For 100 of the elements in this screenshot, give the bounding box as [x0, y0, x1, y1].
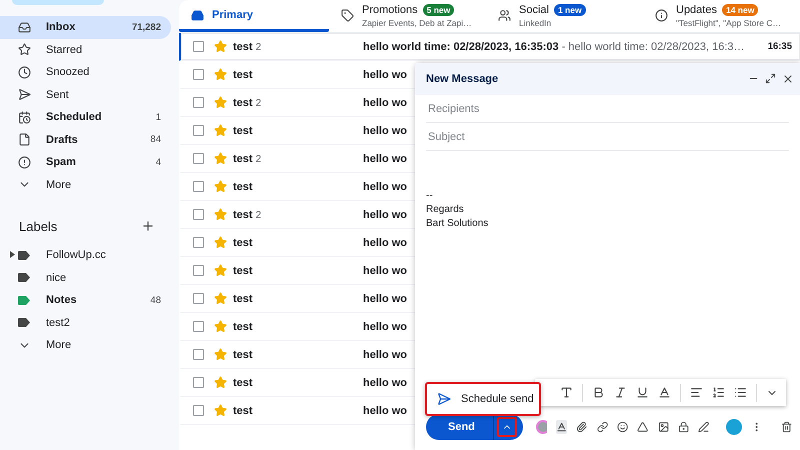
- checkbox[interactable]: [193, 97, 204, 108]
- pen-icon[interactable]: [698, 420, 710, 434]
- email-subject: hello world time: 02/28/2023, 16:35:03 - hello world time: 02/28/2023, 16:3…: [363, 40, 746, 52]
- star-icon[interactable]: [214, 320, 227, 333]
- sidebar-item[interactable]: Sent: [0, 84, 171, 106]
- align-icon[interactable]: [690, 386, 703, 399]
- calendar-clock-icon: [18, 110, 31, 124]
- star-icon[interactable]: [214, 404, 227, 417]
- schedule-send-icon: [437, 392, 451, 406]
- star-icon[interactable]: [214, 376, 227, 389]
- checkbox[interactable]: [193, 69, 204, 80]
- label-item[interactable]: Notes 48: [0, 289, 171, 312]
- text-size-icon[interactable]: [560, 386, 573, 399]
- numbered-list-icon[interactable]: [712, 386, 725, 399]
- checkbox[interactable]: [193, 293, 204, 304]
- star-icon[interactable]: [214, 180, 227, 193]
- tab-snippet: Zapier Events, Deb at Zapi…: [362, 18, 472, 28]
- sidebar-item[interactable]: Spam 4: [0, 151, 171, 174]
- add-icon[interactable]: [141, 219, 155, 233]
- sender-name: test 2: [233, 208, 262, 220]
- send-icon: [18, 88, 31, 102]
- bulleted-list-icon[interactable]: [734, 386, 747, 399]
- star-icon[interactable]: [214, 264, 227, 277]
- trash-icon[interactable]: [780, 420, 792, 434]
- checkbox[interactable]: [193, 209, 204, 220]
- sidebar-item[interactable]: More: [0, 174, 171, 196]
- blob-icon[interactable]: [726, 419, 742, 435]
- inbox-icon: [18, 20, 31, 34]
- attach-icon[interactable]: [576, 420, 588, 434]
- sidebar-item[interactable]: Snoozed: [0, 61, 171, 84]
- checkbox[interactable]: [193, 237, 204, 248]
- sidebar-item[interactable]: Inbox 71,282: [0, 16, 171, 38]
- category-tab[interactable]: Updates 14 new "TestFlight", "App Store C…: [643, 0, 800, 32]
- checkbox[interactable]: [193, 349, 204, 360]
- email-subject: hello wo: [363, 236, 407, 248]
- schedule-send-option[interactable]: Schedule send: [425, 382, 541, 416]
- sender-name: test: [233, 376, 254, 388]
- signature-line: Bart Solutions: [426, 217, 490, 231]
- sender-name: test: [233, 180, 254, 192]
- sender-name: test 2: [233, 40, 262, 52]
- tag-icon: [341, 9, 354, 22]
- emoji-icon[interactable]: [616, 420, 628, 434]
- italic-icon[interactable]: [614, 386, 627, 399]
- bold-icon[interactable]: [592, 386, 605, 399]
- tab-snippet: "TestFlight", "App Store C…: [676, 18, 781, 28]
- star-icon[interactable]: [214, 124, 227, 137]
- label-item[interactable]: nice: [0, 266, 171, 289]
- checkbox[interactable]: [193, 41, 204, 52]
- sidebar-item[interactable]: More: [0, 334, 171, 356]
- link-icon[interactable]: [596, 420, 608, 434]
- sidebar-item[interactable]: Scheduled 1: [0, 106, 171, 128]
- new-badge: 14 new: [722, 4, 758, 16]
- checkbox[interactable]: [193, 405, 204, 416]
- labels-heading: Labels: [19, 218, 58, 234]
- checkbox[interactable]: [193, 181, 204, 192]
- palette-icon[interactable]: [536, 420, 548, 434]
- item-count: 1: [156, 112, 161, 123]
- star-icon[interactable]: [214, 68, 227, 81]
- formatting-icon[interactable]: [556, 420, 568, 434]
- label-item[interactable]: FollowUp.cc: [0, 244, 171, 266]
- sender-name: test: [233, 124, 254, 136]
- star-icon[interactable]: [214, 208, 227, 221]
- send-options-button[interactable]: [496, 417, 517, 437]
- label-item[interactable]: test2: [0, 312, 171, 334]
- email-subject: hello wo: [363, 376, 407, 388]
- info-icon: [655, 9, 668, 22]
- new-badge: 5 new: [422, 4, 454, 16]
- signature-line: --: [426, 189, 434, 203]
- close-icon[interactable]: [782, 73, 794, 85]
- checkbox[interactable]: [193, 125, 204, 136]
- category-tab[interactable]: Social 1 new LinkedIn: [486, 0, 643, 32]
- expand-icon[interactable]: [10, 250, 15, 258]
- star-icon: [18, 43, 31, 56]
- star-icon[interactable]: [214, 236, 227, 249]
- email-row[interactable]: test 2 hello world time: 02/28/2023, 16:35:03 - hello world time: 02/28/2023, 16:3… 16:35: [179, 33, 800, 61]
- sidebar-item[interactable]: Drafts 84: [0, 128, 171, 151]
- email-subject: hello wo: [363, 96, 407, 108]
- text-color-icon[interactable]: [658, 386, 671, 399]
- clock-icon: [18, 66, 31, 79]
- star-icon[interactable]: [214, 40, 227, 53]
- inbox-icon: [191, 9, 204, 22]
- image-icon[interactable]: [658, 420, 669, 434]
- checkbox[interactable]: [193, 153, 204, 164]
- expand-icon[interactable]: [765, 73, 776, 84]
- checkbox[interactable]: [193, 377, 204, 388]
- lock-icon[interactable]: [678, 420, 690, 434]
- category-tab[interactable]: Promotions 5 new Zapier Events, Deb at Zapi…: [329, 0, 486, 32]
- email-subject: hello wo: [363, 320, 407, 332]
- email-subject: hello wo: [363, 292, 407, 304]
- star-icon[interactable]: [214, 152, 227, 165]
- sidebar-item[interactable]: Starred: [0, 38, 171, 61]
- star-icon[interactable]: [214, 96, 227, 109]
- checkbox[interactable]: [193, 321, 204, 332]
- triangle-icon[interactable]: [637, 420, 648, 434]
- star-icon[interactable]: [214, 348, 227, 361]
- underline-icon[interactable]: [636, 386, 649, 399]
- star-icon[interactable]: [214, 292, 227, 305]
- sender-name: test 2: [233, 152, 262, 164]
- checkbox[interactable]: [193, 265, 204, 276]
- category-tab[interactable]: Primary: [179, 0, 329, 32]
